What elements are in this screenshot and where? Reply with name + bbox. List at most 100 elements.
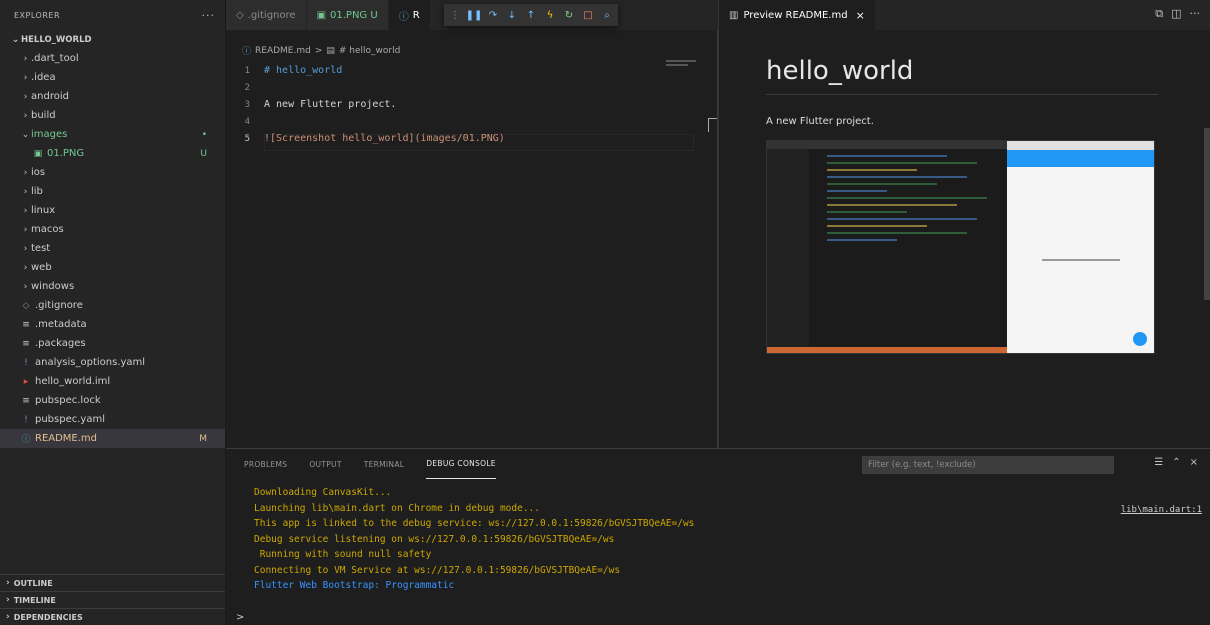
tree-item-01-png[interactable]: ▣ 01.PNG U	[0, 144, 225, 163]
line-text: A new Flutter project.	[264, 99, 397, 110]
tab-debug-console[interactable]: DEBUG CONSOLE	[426, 449, 496, 479]
source-location-link[interactable]: lib\main.dart:1	[1121, 505, 1202, 515]
tree-item-analysis-options[interactable]: ! analysis_options.yaml	[0, 353, 225, 372]
console-input-prompt[interactable]: >	[236, 612, 244, 623]
maximize-panel-icon[interactable]: ⌃	[1172, 457, 1180, 468]
chevron-right-icon: ›	[23, 262, 28, 273]
line-number: 5	[244, 133, 250, 144]
more-actions-icon[interactable]: ···	[202, 9, 216, 22]
tree-item-web[interactable]: › web	[0, 258, 225, 277]
timeline-section[interactable]: › TIMELINE	[0, 591, 225, 608]
tab-label: 01.PNG U	[330, 9, 378, 21]
dependencies-section[interactable]: › DEPENDENCIES	[0, 608, 225, 625]
console-line: Debug service listening on ws://127.0.0.…	[254, 533, 615, 545]
tree-item-label: lib	[31, 186, 43, 197]
minimap[interactable]	[666, 60, 706, 74]
step-out-icon[interactable]: ↑	[524, 8, 538, 22]
chevron-right-icon: ›	[6, 595, 10, 605]
hot-reload-icon[interactable]: ϟ	[543, 8, 557, 22]
code-editor[interactable]: 1 # hello_world 2 3 A new Flutter project.…	[226, 62, 718, 147]
tree-item-ios[interactable]: › ios	[0, 163, 225, 182]
untracked-badge: U	[200, 148, 207, 159]
tree-item-gitignore[interactable]: ◇ .gitignore	[0, 296, 225, 315]
tree-item-android[interactable]: › android	[0, 87, 225, 106]
code-line: 2	[226, 79, 718, 96]
chevron-down-icon: ⌄	[11, 34, 20, 45]
image-file-icon: ▣	[33, 148, 43, 159]
tree-item-label: test	[31, 243, 51, 254]
tree-item-build[interactable]: › build	[0, 106, 225, 125]
tab-gitignore[interactable]: ◇ .gitignore	[226, 0, 307, 30]
step-into-icon[interactable]: ↓	[505, 8, 519, 22]
drag-handle-icon[interactable]: ⋮	[448, 8, 462, 22]
tree-item-label: macos	[31, 224, 64, 235]
pause-icon[interactable]: ❚❚	[466, 8, 483, 22]
open-source-icon[interactable]: ⧉	[1155, 7, 1163, 21]
line-text: # hello_world	[264, 65, 343, 76]
console-line: Running with sound null safety	[254, 549, 432, 561]
tree-item-macos[interactable]: › macos	[0, 220, 225, 239]
tab-01-png[interactable]: ▣ 01.PNG U	[306, 0, 389, 30]
console-filter-input[interactable]: Filter (e.g. text, !exclude)	[862, 456, 1114, 474]
tree-item-lib[interactable]: › lib	[0, 182, 225, 201]
restart-icon[interactable]: ↻	[562, 8, 576, 22]
chevron-right-icon: ›	[23, 91, 28, 102]
project-root-label: HELLO_WORLD	[21, 34, 92, 45]
tree-item-linux[interactable]: › linux	[0, 201, 225, 220]
breadcrumb-file[interactable]: README.md	[255, 46, 311, 56]
preview-heading: hello_world	[766, 56, 914, 86]
tab-readme[interactable]: ⓘ R	[388, 0, 431, 30]
devtools-search-icon[interactable]: ⌕	[600, 8, 614, 22]
markdown-heading-icon: ▤	[326, 45, 335, 56]
explorer-header: EXPLORER ···	[0, 0, 225, 30]
project-root[interactable]: ⌄ HELLO_WORLD	[0, 30, 225, 49]
tab-problems[interactable]: PROBLEMS	[244, 449, 287, 479]
tree-item-pubspec-lock[interactable]: ≡ pubspec.lock	[0, 391, 225, 410]
more-actions-icon[interactable]: ···	[1190, 7, 1201, 21]
explorer-sidebar: EXPLORER ··· ⌄ HELLO_WORLD › .dart_tool ›…	[0, 0, 226, 625]
image-file-icon: ▣	[316, 9, 327, 21]
breadcrumb-symbol[interactable]: # hello_world	[339, 46, 400, 56]
preview-scrollbar[interactable]	[1204, 128, 1210, 300]
step-over-icon[interactable]: ↷	[486, 8, 500, 22]
tree-item-idea[interactable]: › .idea	[0, 68, 225, 87]
chevron-right-icon: ›	[6, 578, 10, 588]
tree-item-windows[interactable]: › windows	[0, 277, 225, 296]
split-editor-icon[interactable]: ◫	[1171, 7, 1181, 21]
close-panel-icon[interactable]: ×	[1190, 457, 1198, 468]
clear-console-icon[interactable]: ☰	[1154, 457, 1163, 468]
tab-preview-readme[interactable]: ▥ Preview README.md ×	[719, 0, 875, 30]
chevron-right-icon: ›	[23, 167, 28, 178]
tree-item-packages[interactable]: ≡ .packages	[0, 334, 225, 353]
tree-item-readme[interactable]: ⓘ README.md M	[0, 429, 225, 448]
tree-item-label: build	[31, 110, 56, 121]
tree-item-label: pubspec.yaml	[35, 414, 105, 425]
tree-item-pubspec-yaml[interactable]: ! pubspec.yaml	[0, 410, 225, 429]
gitignore-file-icon: ◇	[236, 9, 244, 21]
tree-item-images[interactable]: ⌄ images •	[0, 125, 225, 144]
code-line: 1 # hello_world	[226, 62, 718, 79]
gitignore-file-icon: ◇	[22, 300, 30, 311]
tree-item-hello-world-iml[interactable]: ▸ hello_world.iml	[0, 372, 225, 391]
stop-icon[interactable]: □	[581, 8, 595, 22]
tree-item-label: hello_world.iml	[35, 376, 111, 387]
chevron-right-icon: ›	[6, 612, 10, 622]
tree-item-label: ios	[31, 167, 46, 178]
tree-item-test[interactable]: › test	[0, 239, 225, 258]
tree-item-label: README.md	[35, 433, 98, 444]
tree-item-label: .idea	[31, 72, 56, 83]
chevron-right-icon: ›	[23, 243, 28, 254]
chevron-right-icon: ›	[23, 205, 28, 216]
preview-paragraph: A new Flutter project.	[766, 116, 874, 127]
tree-item-metadata[interactable]: ≡ .metadata	[0, 315, 225, 334]
chevron-right-icon: ›	[23, 72, 28, 83]
code-line: 5 ![Screenshot hello_world](images/01.PNG…	[226, 130, 718, 147]
outline-section[interactable]: › OUTLINE	[0, 574, 225, 591]
tree-item-dart-tool[interactable]: › .dart_tool	[0, 49, 225, 68]
close-icon[interactable]: ×	[856, 9, 865, 22]
yaml-file-icon: !	[24, 357, 28, 368]
tab-output[interactable]: OUTPUT	[309, 449, 341, 479]
console-line: Connecting to VM Service at ws://127.0.0…	[254, 564, 621, 576]
tab-terminal[interactable]: TERMINAL	[364, 449, 405, 479]
tree-item-label: android	[31, 91, 69, 102]
